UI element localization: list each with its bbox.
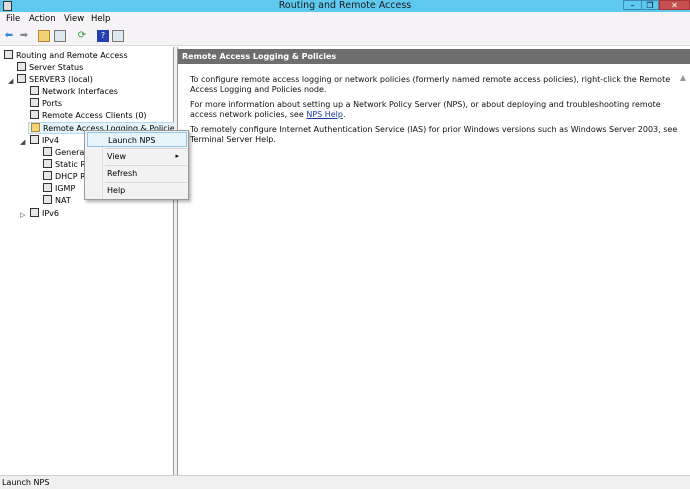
menu-item-help[interactable]: Help xyxy=(87,183,187,198)
scroll-up-icon[interactable]: ▲ xyxy=(680,73,686,82)
minimize-button[interactable]: – xyxy=(623,0,642,10)
tree-node-network-interfaces[interactable]: Network Interfaces xyxy=(30,86,118,98)
router-icon xyxy=(30,110,39,119)
expand-icon[interactable]: ▷ xyxy=(20,211,25,219)
details-header: Remote Access Logging & Policies xyxy=(178,49,690,64)
back-icon[interactable]: ⬅ xyxy=(3,30,15,42)
details-pane: Remote Access Logging & Policies ▲ To co… xyxy=(177,47,690,475)
refresh-icon[interactable]: ⟳ xyxy=(76,30,88,42)
router-icon xyxy=(30,86,39,95)
restore-button[interactable]: ❐ xyxy=(641,0,659,10)
menu-action[interactable]: Action xyxy=(29,14,56,24)
title-bar: Routing and Remote Access – ❐ ✕ xyxy=(0,0,690,12)
folder-icon xyxy=(31,123,40,132)
forward-icon[interactable]: ➡ xyxy=(18,30,30,42)
tree-node-ipv6[interactable]: IPv6 xyxy=(30,208,59,220)
router-icon xyxy=(30,98,39,107)
router-icon xyxy=(43,159,52,168)
up-folder-icon[interactable] xyxy=(38,30,50,42)
router-icon xyxy=(30,208,39,217)
tree-node-routing[interactable]: Routing and Remote Access xyxy=(4,50,128,62)
help-icon[interactable]: ? xyxy=(97,30,109,42)
properties-icon[interactable] xyxy=(112,30,124,42)
menu-help[interactable]: Help xyxy=(91,14,110,24)
tree-node-remote-access-clients[interactable]: Remote Access Clients (0) xyxy=(30,110,147,122)
toolbar: ⬅ ➡ ⟳ ? xyxy=(0,27,690,46)
details-text: To configure remote access logging or ne… xyxy=(190,75,680,150)
tree-node-server3[interactable]: SERVER3 (local) xyxy=(17,74,93,86)
tree-node-ports[interactable]: Ports xyxy=(30,98,62,110)
router-icon xyxy=(30,135,39,144)
tree-node-general[interactable]: General xyxy=(43,147,87,159)
tree-pane: Routing and Remote Access Server Status … xyxy=(0,47,182,475)
tree-node-nat[interactable]: NAT xyxy=(43,195,71,207)
show-hide-tree-icon[interactable] xyxy=(54,30,66,42)
router-icon xyxy=(4,50,13,59)
menu-item-refresh[interactable]: Refresh xyxy=(87,166,187,181)
collapse-icon[interactable]: ◢ xyxy=(8,77,13,85)
router-icon xyxy=(43,147,52,156)
tree-node-server-status[interactable]: Server Status xyxy=(17,62,83,74)
close-button[interactable]: ✕ xyxy=(659,0,690,10)
paragraph-ias: To remotely configure Internet Authentic… xyxy=(190,125,678,144)
window-title: Routing and Remote Access xyxy=(278,0,412,11)
menu-item-view[interactable]: View ▸ xyxy=(87,149,187,164)
tree-node-ipv4[interactable]: IPv4 xyxy=(30,135,59,147)
context-menu: Launch NPS View ▸ Refresh Help xyxy=(84,130,189,200)
tree-node-igmp[interactable]: IGMP xyxy=(43,183,75,195)
paragraph-configure: To configure remote access logging or ne… xyxy=(190,75,671,94)
paragraph-nps: For more information about setting up a … xyxy=(190,100,661,119)
router-icon xyxy=(43,171,52,180)
status-bar: Launch NPS xyxy=(0,475,690,489)
menu-view[interactable]: View xyxy=(64,14,84,24)
menu-item-launch-nps[interactable]: Launch NPS xyxy=(87,132,187,147)
server-icon xyxy=(17,74,26,83)
submenu-arrow-icon: ▸ xyxy=(175,152,179,160)
collapse-icon[interactable]: ◢ xyxy=(20,138,25,146)
menu-file[interactable]: File xyxy=(6,14,20,24)
router-icon xyxy=(43,183,52,192)
nps-help-link[interactable]: NPS Help xyxy=(306,110,343,119)
server-icon xyxy=(17,62,26,71)
tree-node-dhcp-relay[interactable]: DHCP R xyxy=(43,171,86,183)
router-icon xyxy=(43,195,52,204)
menu-bar: File Action View Help xyxy=(0,12,690,27)
